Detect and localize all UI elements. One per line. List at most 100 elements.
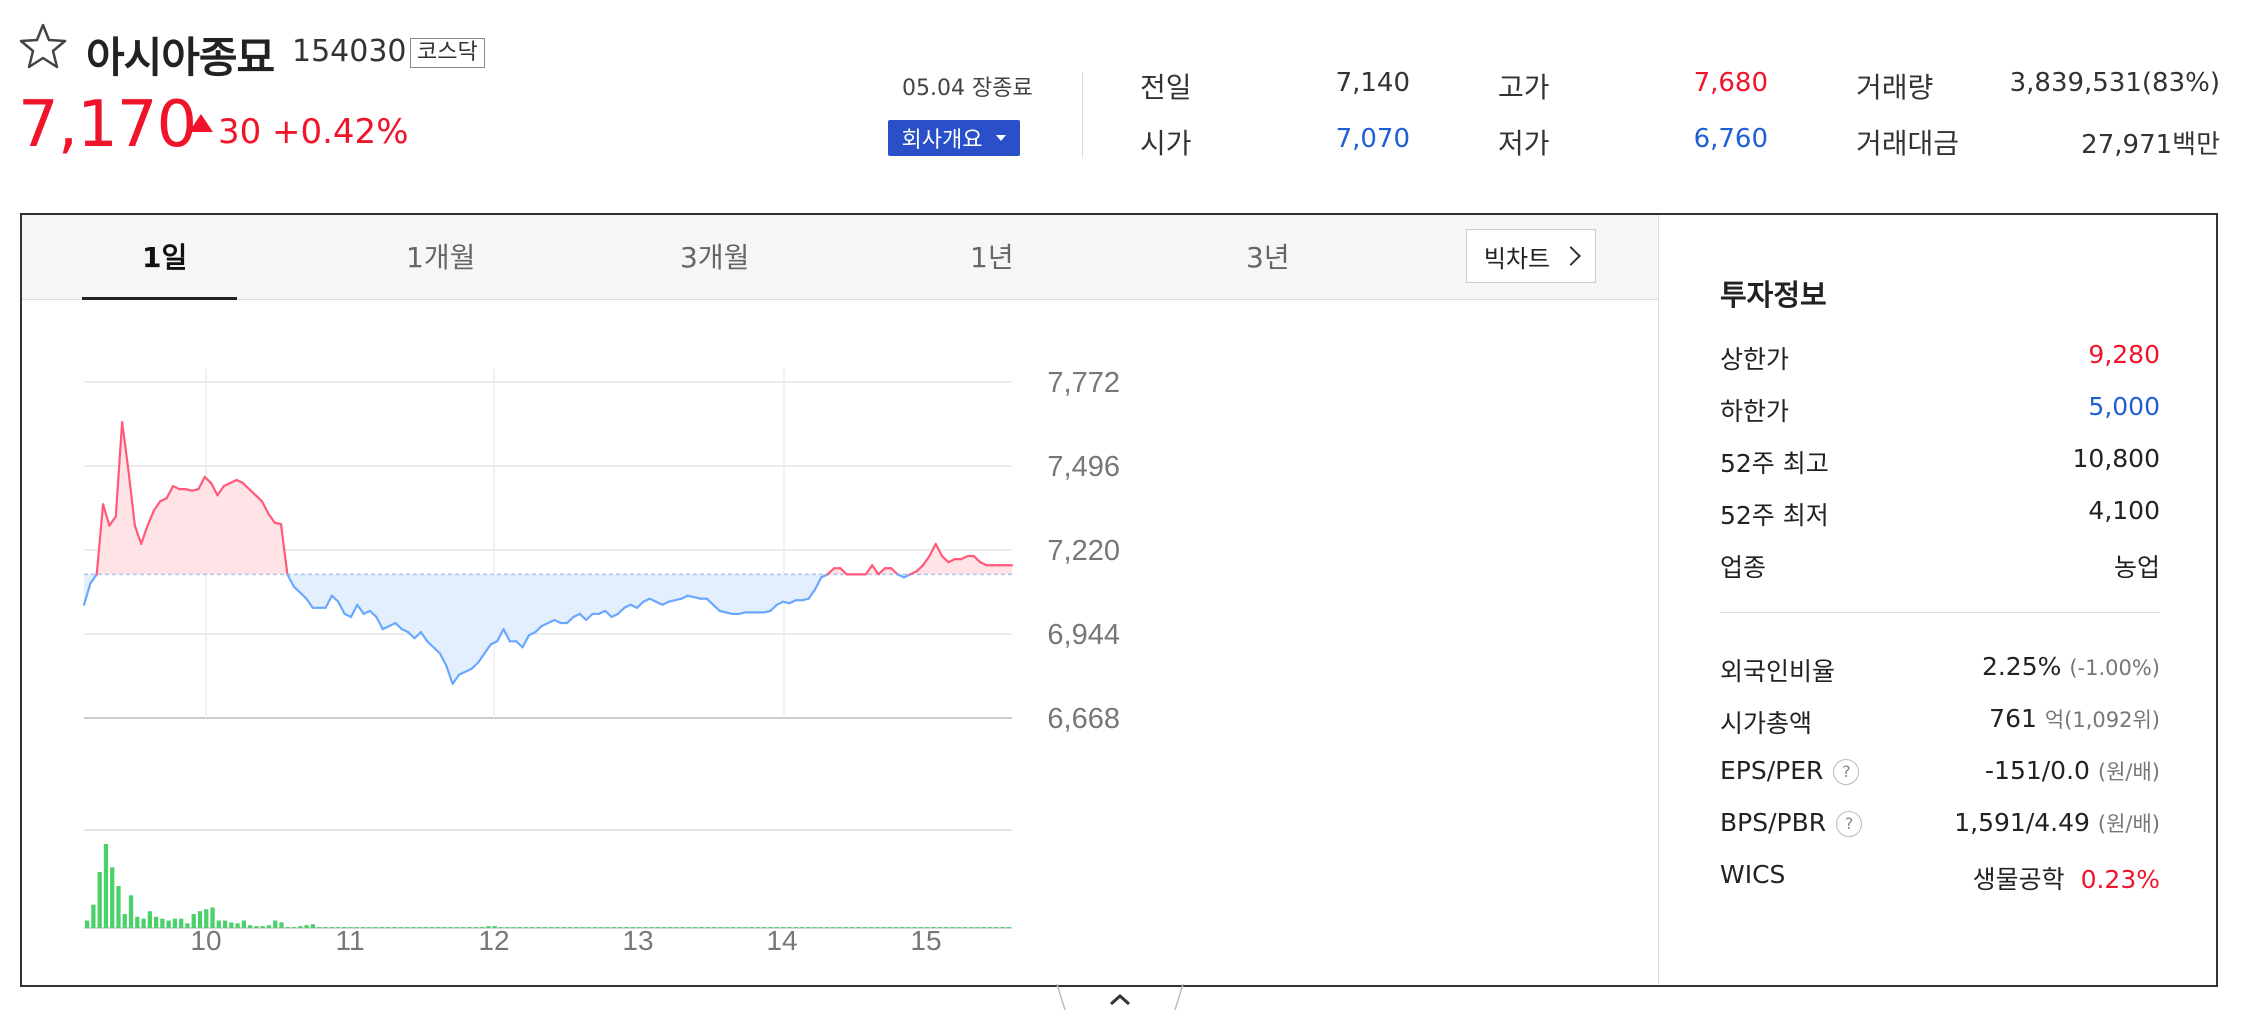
- volume-bar: [567, 927, 573, 928]
- change-value: 30: [218, 112, 262, 152]
- volume-bar: [442, 927, 447, 928]
- x-tick-label: 13: [622, 925, 653, 956]
- volume-bar: [674, 927, 679, 928]
- chevron-up-icon[interactable]: [1055, 984, 1185, 1010]
- volume-bar: [862, 927, 867, 928]
- tab-3year[interactable]: 3년: [1246, 236, 1290, 276]
- tab-1year[interactable]: 1년: [970, 236, 1014, 276]
- volume-bar: [254, 926, 259, 928]
- volume-bar: [147, 911, 152, 928]
- y-tick-label: 7,220: [1047, 535, 1120, 567]
- bps-pbr-value: 1,591/4.49 (원/배): [1900, 808, 2160, 838]
- volume-bar: [680, 927, 685, 928]
- volume-bar: [379, 927, 384, 928]
- volume-bar: [385, 927, 391, 928]
- volume-bar: [586, 927, 591, 928]
- help-icon[interactable]: ?: [1836, 811, 1863, 837]
- y-tick-label: 7,496: [1047, 451, 1120, 483]
- volume-bar: [812, 927, 817, 928]
- volume-bar: [222, 920, 228, 928]
- bigchart-label: 빅차트: [1483, 244, 1551, 273]
- volume-bar: [592, 927, 598, 928]
- upper-limit-value: 9,280: [2088, 340, 2160, 369]
- open-label: 시가: [1140, 127, 1192, 160]
- intraday-chart: 7,772 7,496 7,220 6,944 6,668 10 11 12 13 14 15: [82, 367, 1120, 956]
- volume-bar: [448, 927, 453, 928]
- wics-sector: 생물공학: [1972, 865, 2065, 894]
- volume-bar: [461, 927, 466, 928]
- volume-bar: [962, 927, 968, 928]
- low-label: 저가: [1498, 127, 1550, 160]
- tab-1day[interactable]: 1일: [142, 236, 187, 276]
- market-badge: 코스닥: [410, 38, 485, 68]
- volume-bar: [555, 927, 560, 928]
- volume-bar: [317, 927, 322, 928]
- bps-pbr-unit: (원/배): [2097, 812, 2160, 836]
- volume-bar: [724, 927, 729, 928]
- volume-bar: [549, 927, 554, 928]
- tab-1month[interactable]: 1개월: [406, 236, 475, 276]
- industry-label: 업종: [1720, 553, 1767, 582]
- volume-bar: [329, 927, 334, 928]
- help-icon[interactable]: ?: [1833, 759, 1860, 785]
- star-outline-icon[interactable]: [18, 22, 68, 72]
- company-overview-label: 회사개요: [901, 128, 983, 153]
- period-tabbar: [22, 215, 1658, 300]
- market-cap-rank: 억(1,092위): [2044, 708, 2160, 732]
- y-tick-label: 6,668: [1047, 703, 1120, 735]
- foreign-ratio: 2.25%: [1981, 652, 2062, 681]
- volume-bar: [831, 927, 836, 928]
- volume-bar: [818, 927, 823, 928]
- volume-bar: [1000, 927, 1005, 928]
- volume-bar: [166, 920, 171, 928]
- volume-bar: [91, 904, 96, 928]
- stock-code: 154030: [292, 34, 407, 69]
- volume-bar: [523, 927, 529, 928]
- volume-bar: [285, 927, 290, 928]
- volume-bar: [85, 920, 90, 928]
- volume-bar: [266, 925, 272, 928]
- volume-bar: [423, 927, 428, 928]
- side-divider: [1658, 215, 1659, 985]
- eps-per-value: -151/0.0 (원/배): [1900, 756, 2160, 786]
- volume-bar: [843, 927, 848, 928]
- volume-bar: [135, 916, 140, 928]
- bigchart-button[interactable]: 빅차트: [1466, 229, 1596, 283]
- invest-info-title: 투자정보: [1720, 278, 1827, 312]
- company-overview-button[interactable]: 회사개요: [888, 120, 1020, 156]
- volume-bar: [248, 925, 253, 928]
- volume-bar: [122, 914, 127, 928]
- bps-pbr-label: BPS/PBR?: [1720, 808, 1863, 837]
- open-value: 7,070: [1335, 124, 1410, 154]
- caret-down-icon: [996, 135, 1007, 141]
- eps-per-label: EPS/PER?: [1720, 756, 1860, 785]
- volume-bar: [824, 927, 830, 928]
- header-divider: [1082, 72, 1083, 158]
- volume-bar: [260, 926, 265, 928]
- tab-3month[interactable]: 3개월: [680, 236, 749, 276]
- volume-bar: [429, 927, 435, 928]
- volume-bar: [837, 927, 842, 928]
- volume-bar: [411, 927, 416, 928]
- volume-bar: [856, 927, 861, 928]
- x-tick-label: 15: [910, 925, 941, 956]
- current-price: 7,170: [18, 88, 197, 162]
- volume-bar: [398, 927, 403, 928]
- volume-bar: [699, 927, 704, 928]
- volume-bar: [686, 927, 692, 928]
- industry-value: 농업: [2113, 553, 2160, 582]
- eps-per-label-text: EPS/PER: [1720, 756, 1824, 785]
- invest-separator: [1720, 612, 2160, 613]
- wics-value: 생물공학 0.23%: [1900, 860, 2160, 896]
- chevron-right-icon: [1561, 246, 1582, 266]
- eps-per-unit: (원/배): [2097, 760, 2160, 784]
- high52-value: 10,800: [2072, 444, 2160, 473]
- volume-bar: [235, 923, 240, 928]
- price-area-up: [84, 422, 1012, 575]
- volume-bar: [987, 927, 993, 928]
- volume-bar: [950, 927, 955, 928]
- volume-bar: [743, 927, 748, 928]
- low52-label: 52주 최저: [1720, 501, 1829, 530]
- lower-limit-value: 5,000: [2088, 392, 2160, 421]
- low52-value: 4,100: [2088, 496, 2160, 525]
